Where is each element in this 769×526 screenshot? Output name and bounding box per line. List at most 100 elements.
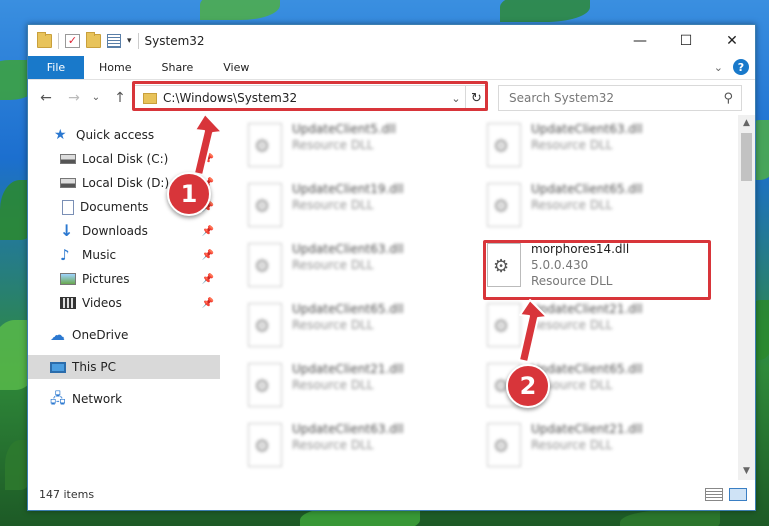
sidebar-item-downloads[interactable]: ↓ Downloads 📌	[28, 219, 220, 243]
star-icon: ★	[54, 127, 67, 143]
divider	[137, 32, 139, 49]
maximize-button[interactable]: ☐	[663, 25, 709, 56]
file-type: Resource DLL	[292, 378, 374, 392]
sidebar-item-label: Music	[82, 248, 117, 262]
title-bar: ✓ ▾ System32 — ☐ ✕	[28, 25, 755, 56]
back-button[interactable]: ←	[36, 90, 56, 106]
help-button[interactable]: ?	[733, 59, 749, 75]
list-item[interactable]: ⚙ UpdateClient63.dll Resource DLL	[248, 421, 468, 473]
sidebar-item-local-disk-c[interactable]: Local Disk (C:) 📌	[28, 147, 220, 171]
file-name: UpdateClient63.dll	[531, 122, 643, 136]
scroll-thumb[interactable]	[741, 133, 752, 181]
window-controls: — ☐ ✕	[617, 25, 755, 56]
file-name: UpdateClient5.dll	[292, 122, 396, 136]
list-item[interactable]: ⚙ UpdateClient63.dll Resource DLL	[487, 121, 707, 173]
list-item[interactable]: ⚙ UpdateClient5.dll Resource DLL	[248, 121, 468, 173]
address-highlight-box	[132, 81, 488, 111]
window-title: System32	[144, 33, 205, 48]
file-name: UpdateClient65.dll	[292, 302, 404, 316]
sidebar-item-label: Local Disk (C:)	[82, 152, 169, 166]
file-highlight-box	[483, 240, 711, 300]
step-2-badge: 2	[506, 364, 550, 408]
dll-file-icon: ⚙	[248, 123, 282, 167]
file-type: Resource DLL	[292, 138, 374, 152]
file-type: Resource DLL	[292, 198, 374, 212]
file-type: Resource DLL	[292, 318, 374, 332]
sidebar-item-quick-access[interactable]: ★ Quick access	[28, 123, 220, 147]
search-box[interactable]: Search System32 ⚲	[498, 85, 742, 111]
file-name: UpdateClient65.dll	[531, 362, 643, 376]
dll-file-icon: ⚙	[248, 303, 282, 347]
status-bar: 147 items	[28, 478, 755, 510]
dll-file-icon: ⚙	[487, 183, 521, 227]
dll-file-icon: ⚙	[487, 303, 521, 347]
details-view-button[interactable]	[705, 487, 723, 501]
downloads-icon: ↓	[60, 221, 74, 240]
sidebar-item-label: Videos	[82, 296, 122, 310]
list-item[interactable]: ⚙ UpdateClient21.dll Resource DLL	[487, 301, 707, 353]
sidebar-item-pictures[interactable]: Pictures 📌	[28, 267, 220, 291]
navigation-pane: ★ Quick access Local Disk (C:) 📌 Local D…	[28, 115, 220, 480]
file-type: Resource DLL	[292, 438, 374, 452]
folder-icon	[37, 31, 52, 48]
properties-check-icon[interactable]: ✓	[65, 33, 80, 48]
new-folder-icon[interactable]	[86, 31, 101, 48]
videos-icon	[60, 297, 76, 309]
list-item[interactable]: ⚙ UpdateClient65.dll Resource DLL	[487, 181, 707, 233]
scroll-up-icon[interactable]: ▲	[738, 115, 755, 132]
file-name: UpdateClient21.dll	[292, 362, 404, 376]
quick-access-toolbar: ✓ ▾	[28, 31, 139, 49]
list-item[interactable]: ⚙ UpdateClient21.dll Resource DLL	[487, 421, 707, 473]
toolbar-dropdown-icon[interactable]: ▾	[127, 36, 132, 46]
sidebar-item-label: This PC	[72, 360, 116, 374]
tab-file[interactable]: File	[28, 56, 84, 79]
sidebar-item-label: OneDrive	[72, 328, 129, 342]
sidebar-item-label: Quick access	[76, 128, 155, 142]
list-item[interactable]: ⚙ UpdateClient65.dll Resource DLL	[248, 301, 468, 353]
file-name: UpdateClient63.dll	[292, 242, 404, 256]
step-1-badge: 1	[167, 172, 211, 216]
file-name: UpdateClient63.dll	[292, 422, 404, 436]
tab-share[interactable]: Share	[146, 56, 208, 79]
minimize-button[interactable]: —	[617, 25, 663, 56]
file-type: Resource DLL	[531, 138, 613, 152]
pin-icon[interactable]: 📌	[202, 226, 214, 237]
file-name: UpdateClient65.dll	[531, 182, 643, 196]
file-type: Resource DLL	[531, 318, 613, 332]
up-button[interactable]: ↑	[110, 90, 130, 106]
computer-icon	[50, 361, 66, 373]
customize-toolbar-icon[interactable]	[107, 33, 121, 48]
sidebar-item-videos[interactable]: Videos 📌	[28, 291, 220, 315]
cloud-icon: ☁	[50, 326, 65, 344]
close-button[interactable]: ✕	[709, 25, 755, 56]
recent-locations-button[interactable]: ⌄	[86, 92, 106, 103]
sidebar-item-music[interactable]: ♪ Music 📌	[28, 243, 220, 267]
vertical-scrollbar[interactable]: ▲ ▼	[738, 115, 755, 480]
sidebar-item-label: Pictures	[82, 272, 130, 286]
tab-home[interactable]: Home	[84, 56, 146, 79]
item-count: 147 items	[39, 487, 95, 501]
list-item[interactable]: ⚙ UpdateClient21.dll Resource DLL	[248, 361, 468, 413]
tab-view[interactable]: View	[208, 56, 264, 79]
network-icon: 🖧	[50, 391, 66, 407]
ribbon-tabs: File Home Share View ⌄ ?	[28, 56, 755, 80]
list-item[interactable]: ⚙ UpdateClient19.dll Resource DLL	[248, 181, 468, 233]
search-placeholder: Search System32	[509, 91, 615, 105]
pin-icon[interactable]: 📌	[202, 154, 214, 165]
pin-icon[interactable]: 📌	[202, 274, 214, 285]
pin-icon[interactable]: 📌	[202, 298, 214, 309]
list-item[interactable]: ⚙ UpdateClient63.dll Resource DLL	[248, 241, 468, 293]
pictures-icon	[60, 273, 76, 285]
expand-ribbon-icon[interactable]: ⌄	[714, 61, 723, 74]
tiles-view-button[interactable]	[729, 487, 747, 501]
dll-file-icon: ⚙	[248, 183, 282, 227]
sidebar-item-label: Documents	[80, 200, 149, 214]
search-icon[interactable]: ⚲	[723, 91, 733, 106]
pin-icon[interactable]: 📌	[202, 250, 214, 261]
sidebar-item-onedrive[interactable]: ☁ OneDrive	[28, 323, 220, 347]
forward-button[interactable]: →	[64, 90, 84, 106]
sidebar-item-network[interactable]: 🖧 Network	[28, 387, 220, 411]
music-icon: ♪	[60, 246, 70, 264]
sidebar-item-label: Network	[72, 392, 123, 406]
sidebar-item-this-pc[interactable]: This PC	[28, 355, 220, 379]
